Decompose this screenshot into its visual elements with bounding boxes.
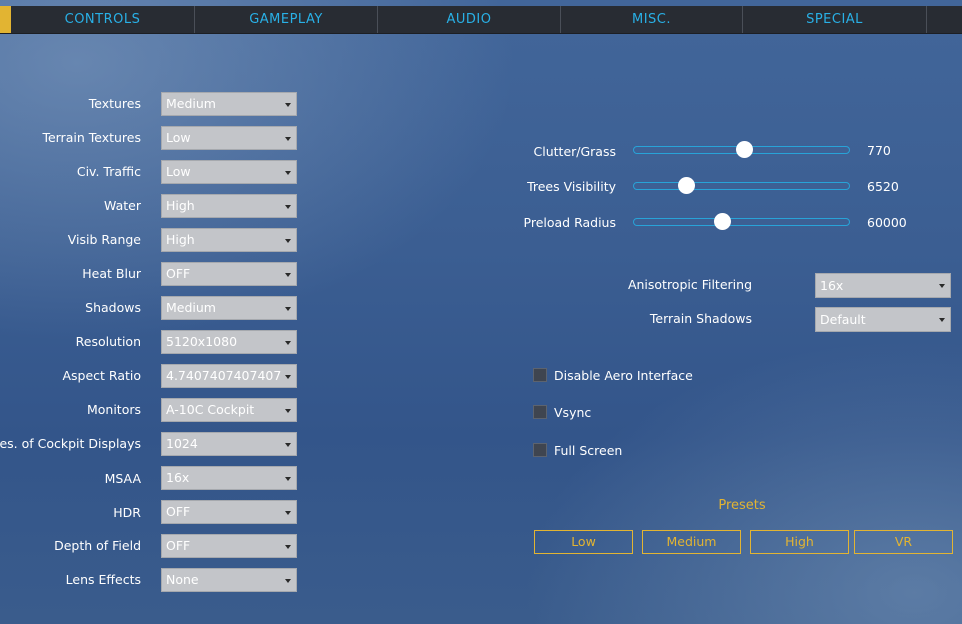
setting-label-cockpit-displays: Res. of Cockpit Displays	[0, 436, 141, 451]
clutter-grass-slider[interactable]	[633, 141, 850, 158]
tab-special[interactable]: SPECIAL	[743, 6, 927, 33]
terrain-shadows-dropdown[interactable]: Default	[815, 307, 951, 332]
setting-label-water: Water	[104, 198, 141, 213]
chevron-down-icon	[285, 239, 291, 243]
dropdown-value: OFF	[166, 504, 191, 519]
preset-vr-button[interactable]: VR	[854, 530, 953, 554]
setting-label-terrain-textures: Terrain Textures	[42, 130, 141, 145]
chevron-down-icon	[285, 307, 291, 311]
dropdown-value: Medium	[166, 96, 216, 111]
slider-thumb[interactable]	[735, 141, 753, 158]
disable-aero-interface-checkbox[interactable]	[533, 368, 547, 382]
chevron-down-icon	[285, 409, 291, 413]
slider-label-trees-visibility: Trees Visibility	[527, 179, 616, 194]
preset-low-button[interactable]: Low	[534, 530, 633, 554]
setting-label-hdr: HDR	[113, 505, 141, 520]
hdr-dropdown[interactable]: OFF	[161, 500, 297, 524]
setting-label-textures: Textures	[88, 96, 141, 111]
preset-medium-button[interactable]: Medium	[642, 530, 741, 554]
chevron-down-icon	[939, 284, 945, 288]
tab-bar: CONTROLS GAMEPLAY AUDIO MISC. SPECIAL	[0, 6, 962, 34]
setting-label-msaa: MSAA	[104, 471, 141, 486]
slider-thumb[interactable]	[714, 213, 732, 230]
setting-label-monitors: Monitors	[86, 402, 141, 417]
tab-accent-marker	[0, 6, 11, 33]
anisotropic-filtering-dropdown[interactable]: 16x	[815, 273, 951, 298]
dropdown-value: 16x	[166, 470, 190, 485]
chevron-down-icon	[285, 579, 291, 583]
dropdown-value: Low	[166, 130, 191, 145]
vsync-checkbox[interactable]	[533, 405, 547, 419]
tab-audio[interactable]: AUDIO	[378, 6, 561, 33]
dropdown-value: OFF	[166, 266, 191, 281]
slider-value-preload-radius: 60000	[867, 215, 907, 230]
setting-label-heat-blur: Heat Blur	[82, 266, 141, 281]
water-dropdown[interactable]: High	[161, 194, 297, 218]
monitors-dropdown[interactable]: A-10C Cockpit	[161, 398, 297, 422]
setting-label-visib-range: Visib Range	[67, 232, 141, 247]
terrain-textures-dropdown[interactable]: Low	[161, 126, 297, 150]
dropdown-value: High	[166, 232, 195, 247]
chevron-down-icon	[285, 103, 291, 107]
setting-label-terrain-shadows: Terrain Shadows	[649, 311, 752, 326]
dropdown-value: None	[166, 572, 199, 587]
msaa-dropdown[interactable]: 16x	[161, 466, 297, 490]
setting-label-lens-effects: Lens Effects	[65, 572, 141, 587]
heat-blur-dropdown[interactable]: OFF	[161, 262, 297, 286]
dropdown-value: Low	[166, 164, 191, 179]
slider-label-preload-radius: Preload Radius	[523, 215, 616, 230]
dropdown-value: Medium	[166, 300, 216, 315]
slider-value-trees-visibility: 6520	[867, 179, 899, 194]
chevron-down-icon	[285, 137, 291, 141]
presets-title: Presets	[718, 498, 766, 513]
resolution-dropdown[interactable]: 5120x1080	[161, 330, 297, 354]
slider-label-clutter-grass: Clutter/Grass	[533, 144, 616, 159]
setting-label-civ-traffic: Civ. Traffic	[76, 164, 141, 179]
setting-label-anisotropic-filtering: Anisotropic Filtering	[627, 277, 752, 292]
lens-effects-dropdown[interactable]: None	[161, 568, 297, 592]
chevron-down-icon	[285, 205, 291, 209]
cockpit-displays-dropdown[interactable]: 1024	[161, 432, 297, 456]
chevron-down-icon	[285, 375, 291, 379]
shadows-dropdown[interactable]: Medium	[161, 296, 297, 320]
chevron-down-icon	[285, 273, 291, 277]
dropdown-value: 1024	[166, 436, 198, 451]
checkbox-label-disable-aero-interface[interactable]: Disable Aero Interface	[554, 368, 693, 383]
dropdown-value: Default	[820, 312, 866, 327]
slider-value-clutter-grass: 770	[867, 143, 891, 158]
trees-visibility-slider[interactable]	[633, 177, 850, 194]
depth-of-field-dropdown[interactable]: OFF	[161, 534, 297, 558]
checkbox-label-full-screen[interactable]: Full Screen	[554, 443, 622, 458]
dropdown-value: OFF	[166, 538, 191, 553]
dropdown-value: High	[166, 198, 195, 213]
checkbox-label-vsync[interactable]: Vsync	[554, 405, 591, 420]
chevron-down-icon	[285, 171, 291, 175]
civ-traffic-dropdown[interactable]: Low	[161, 160, 297, 184]
aspect-ratio-dropdown[interactable]: 4.7407407407407	[161, 364, 297, 388]
chevron-down-icon	[285, 477, 291, 481]
preset-high-button[interactable]: High	[750, 530, 849, 554]
slider-thumb[interactable]	[677, 177, 695, 194]
chevron-down-icon	[285, 443, 291, 447]
tab-gameplay[interactable]: GAMEPLAY	[195, 6, 378, 33]
chevron-down-icon	[939, 318, 945, 322]
dropdown-value: 4.7407407407407	[166, 368, 282, 383]
visib-range-dropdown[interactable]: High	[161, 228, 297, 252]
chevron-down-icon	[285, 545, 291, 549]
preload-radius-slider[interactable]	[633, 213, 850, 230]
dropdown-value: A-10C Cockpit	[166, 402, 255, 417]
setting-label-aspect-ratio: Aspect Ratio	[62, 368, 141, 383]
tab-controls[interactable]: CONTROLS	[11, 6, 195, 33]
chevron-down-icon	[285, 511, 291, 515]
full-screen-checkbox[interactable]	[533, 443, 547, 457]
setting-label-depth-of-field: Depth of Field	[54, 538, 141, 553]
tab-misc[interactable]: MISC.	[561, 6, 743, 33]
setting-label-resolution: Resolution	[75, 334, 141, 349]
dropdown-value: 5120x1080	[166, 334, 238, 349]
chevron-down-icon	[285, 341, 291, 345]
dropdown-value: 16x	[820, 278, 844, 293]
textures-dropdown[interactable]: Medium	[161, 92, 297, 116]
setting-label-shadows: Shadows	[85, 300, 141, 315]
